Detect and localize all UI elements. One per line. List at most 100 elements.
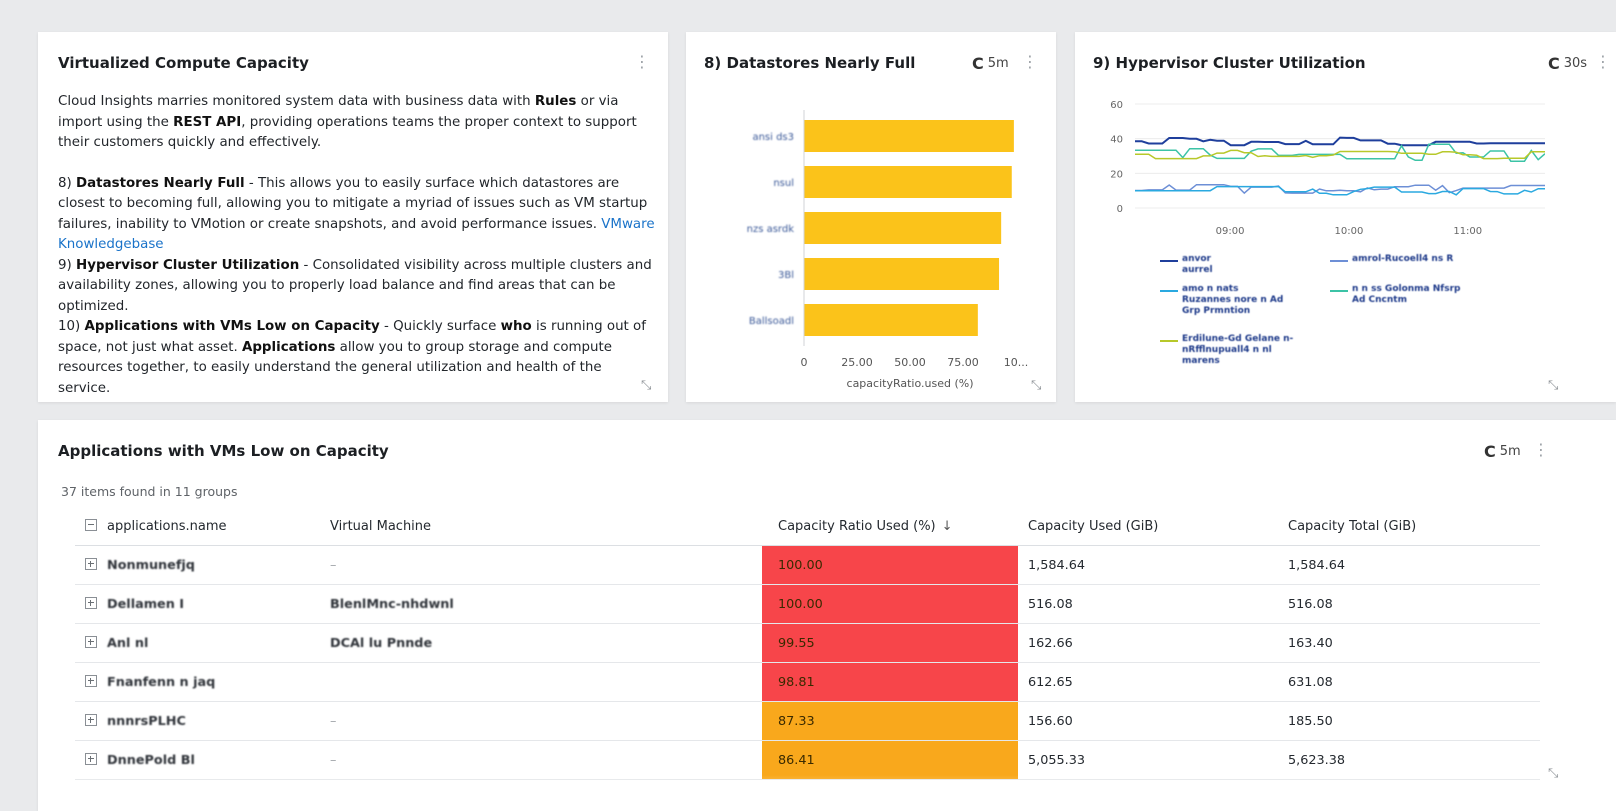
- intro-paragraph-2: 8) Datastores Nearly Full - This allows …: [58, 175, 655, 253]
- category-label: Ballsoadl: [749, 316, 794, 327]
- cell-application-name[interactable]: Anl nl: [75, 623, 320, 663]
- expand-row-icon[interactable]: [85, 597, 97, 609]
- y-tick-label: 20: [1110, 169, 1123, 180]
- cell-capacity-used: 5,055.33: [1018, 740, 1278, 780]
- more-options-icon[interactable]: ⋮: [1595, 54, 1611, 70]
- legend-item[interactable]: anvor aurrel: [1160, 254, 1213, 276]
- bar: [804, 258, 1000, 290]
- refresh-interval: 30s: [1563, 56, 1588, 71]
- x-tick-label: 0: [801, 356, 808, 369]
- refresh-icon[interactable]: C: [1548, 54, 1560, 73]
- table-row[interactable]: Nonmunefjq –100.00 1,584.64 1,584.64: [75, 545, 1540, 585]
- cell-capacity-used: 612.65: [1018, 662, 1278, 702]
- category-label: nsul: [773, 178, 794, 189]
- intro-text: Cloud Insights marries monitored system …: [58, 92, 658, 399]
- bar: [804, 120, 1014, 152]
- applications-table: applications.name Virtual Machine Capaci…: [75, 507, 1540, 780]
- table-row[interactable]: nnnrsPLHC –87.33 156.60 185.50: [75, 701, 1540, 741]
- cell-application-name[interactable]: nnnrsPLHC: [75, 701, 320, 741]
- expand-icon[interactable]: ⤡: [1031, 378, 1041, 393]
- expand-row-icon[interactable]: [85, 753, 97, 765]
- cell-capacity-total: 185.50: [1278, 701, 1540, 741]
- cell-virtual-machine: DCAl lu Pnnde: [320, 623, 762, 663]
- cell-capacity-total: 5,623.38: [1278, 740, 1540, 780]
- cell-application-name[interactable]: Dellamen I: [75, 584, 320, 624]
- category-label: nzs asrdk: [747, 224, 795, 235]
- y-tick-label: 60: [1110, 100, 1123, 111]
- table-row[interactable]: Fnanfenn n jaq 98.81 612.65 631.08: [75, 662, 1540, 702]
- column-header-capacity-total[interactable]: Capacity Total (GiB): [1278, 507, 1540, 546]
- table-row[interactable]: Dellamen I BlenlMnc-nhdwnl 100.00 516.08 516…: [75, 584, 1540, 624]
- cell-capacity-total: 1,584.64: [1278, 545, 1540, 585]
- cell-capacity-ratio: 98.81: [762, 662, 1018, 702]
- y-tick-label: 40: [1110, 135, 1123, 146]
- items-count: 37 items found in 11 groups: [61, 484, 238, 499]
- column-header-capacity-used[interactable]: Capacity Used (GiB): [1018, 507, 1278, 546]
- column-header-applications-name[interactable]: applications.name: [75, 507, 320, 546]
- cell-virtual-machine: –: [320, 740, 762, 780]
- cell-capacity-ratio: 86.41: [762, 740, 1018, 780]
- cell-capacity-used: 516.08: [1018, 584, 1278, 624]
- expand-icon[interactable]: ⤡: [641, 378, 651, 393]
- intro-paragraph-1: Cloud Insights marries monitored system …: [58, 94, 637, 150]
- x-tick-label: 75.00: [947, 356, 979, 369]
- more-options-icon[interactable]: ⋮: [1533, 442, 1549, 458]
- cell-capacity-ratio: 87.33: [762, 701, 1018, 741]
- intro-panel-title: Virtualized Compute Capacity: [58, 54, 309, 72]
- refresh-control[interactable]: C 5m: [1484, 442, 1521, 461]
- expand-row-icon[interactable]: [85, 636, 97, 648]
- category-label: ansi ds3: [752, 132, 794, 143]
- bar: [804, 212, 1002, 244]
- table-header-row: applications.name Virtual Machine Capaci…: [75, 507, 1540, 546]
- refresh-interval: 5m: [1499, 444, 1521, 459]
- expand-row-icon[interactable]: [85, 558, 97, 570]
- cell-virtual-machine: BlenlMnc-nhdwnl: [320, 584, 762, 624]
- table-row[interactable]: Anl nl DCAl lu Pnnde 99.55 162.66 163.40: [75, 623, 1540, 663]
- y-tick-label: 0: [1117, 204, 1123, 215]
- cell-application-name[interactable]: Fnanfenn n jaq: [75, 662, 320, 702]
- column-header-virtual-machine[interactable]: Virtual Machine: [320, 507, 762, 546]
- cell-capacity-used: 156.60: [1018, 701, 1278, 741]
- expand-icon[interactable]: ⤡: [1548, 378, 1558, 393]
- cell-virtual-machine: [320, 662, 762, 702]
- x-tick-label: 11:00: [1453, 226, 1482, 237]
- cell-application-name[interactable]: Nonmunefjq: [75, 545, 320, 585]
- applications-title: Applications with VMs Low on Capacity: [58, 442, 389, 460]
- column-header-capacity-ratio[interactable]: Capacity Ratio Used (%) ↓: [762, 507, 1018, 546]
- cell-capacity-ratio: 100.00: [762, 545, 1018, 585]
- sort-descending-icon[interactable]: ↓: [942, 519, 953, 534]
- bar: [804, 304, 978, 336]
- legend-item[interactable]: amrol-Rucoell4 ns R: [1330, 254, 1490, 265]
- cell-capacity-ratio: 100.00: [762, 584, 1018, 624]
- intro-paragraph-3: 9) Hypervisor Cluster Utilization - Cons…: [58, 257, 652, 314]
- cell-capacity-total: 631.08: [1278, 662, 1540, 702]
- refresh-icon[interactable]: C: [1484, 442, 1496, 461]
- x-tick-label: 09:00: [1216, 226, 1245, 237]
- cell-capacity-used: 162.66: [1018, 623, 1278, 663]
- applications-panel: Applications with VMs Low on Capacity C …: [38, 420, 1616, 811]
- bar: [804, 166, 1012, 198]
- legend-item[interactable]: n n ss Golonma Nfsrp Ad Cncntm: [1330, 284, 1475, 306]
- cell-virtual-machine: –: [320, 701, 762, 741]
- legend-item[interactable]: Erdilune-Gd Gelane n-nRfflnupuall4 n nl …: [1160, 334, 1300, 367]
- category-label: 3Bl: [778, 270, 794, 281]
- expand-row-icon[interactable]: [85, 675, 97, 687]
- x-tick-label: 50.00: [894, 356, 926, 369]
- collapse-all-icon[interactable]: [85, 519, 97, 531]
- x-tick-label: 25.00: [841, 356, 873, 369]
- hypervisor-title: 9) Hypervisor Cluster Utilization: [1093, 54, 1366, 72]
- more-options-icon[interactable]: ⋮: [634, 54, 650, 70]
- x-tick-label: 10...: [1004, 356, 1029, 369]
- legend-item[interactable]: amo n nats Ruzannes nore n Ad Grp Prmnti…: [1160, 284, 1290, 317]
- expand-row-icon[interactable]: [85, 714, 97, 726]
- intro-panel: Virtualized Compute Capacity ⋮ Cloud Ins…: [38, 32, 668, 402]
- cell-capacity-total: 516.08: [1278, 584, 1540, 624]
- cell-capacity-total: 163.40: [1278, 623, 1540, 663]
- datastores-bar-chart: ansi ds3 nsul nzs asrdk 3Bl Ballsoadl 0 25.00 5…: [747, 110, 1029, 390]
- cell-application-name[interactable]: DnnePold Bl: [75, 740, 320, 780]
- cell-capacity-used: 1,584.64: [1018, 545, 1278, 585]
- table-row[interactable]: DnnePold Bl –86.41 5,055.33 5,623.38: [75, 740, 1540, 780]
- hypervisor-line-chart: 0 20 40 60 09:00 10:00 11:00: [1110, 100, 1545, 237]
- refresh-control[interactable]: C 30s: [1548, 54, 1587, 73]
- cell-virtual-machine: –: [320, 545, 762, 585]
